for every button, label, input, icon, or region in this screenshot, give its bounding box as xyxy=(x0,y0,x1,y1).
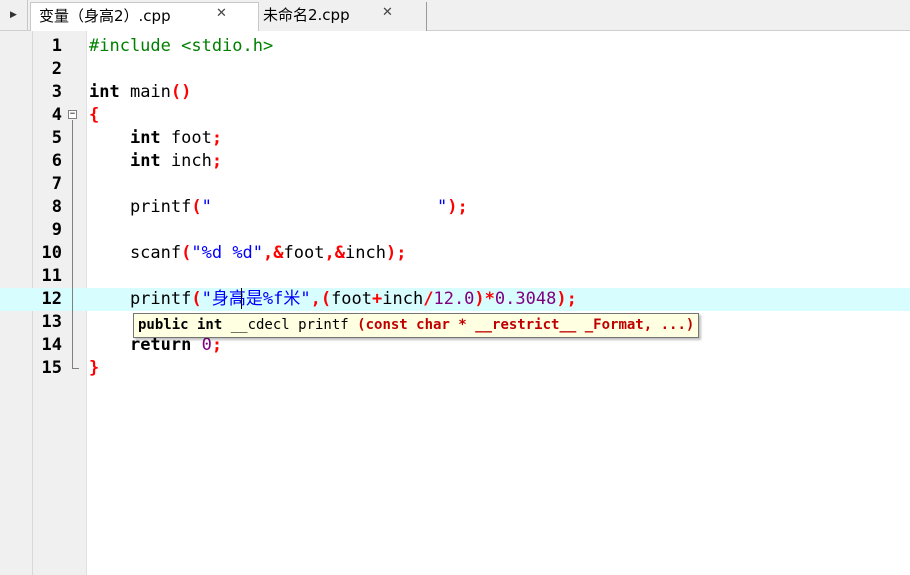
line-number: 9 xyxy=(51,220,62,240)
line-number: 13 xyxy=(41,312,62,332)
line-number: 15 xyxy=(41,358,62,378)
line-number: 8 xyxy=(51,197,62,217)
line-number: 1 xyxy=(51,36,62,56)
code-line[interactable]: 11 xyxy=(0,265,910,288)
code-line[interactable]: 9 xyxy=(0,219,910,242)
code-line[interactable]: 3 int main() xyxy=(0,81,910,104)
triangle-right-icon: ▶ xyxy=(10,10,17,20)
code-text: printf(" "); xyxy=(89,197,468,217)
line-number: 11 xyxy=(41,266,62,286)
code-text: printf("身高是%f米",(foot+inch/12.0)*0.3048)… xyxy=(89,289,577,309)
close-icon[interactable]: ✕ xyxy=(382,2,393,24)
fold-minus-icon[interactable]: − xyxy=(68,110,77,119)
fold-guide-end xyxy=(72,368,79,369)
code-line[interactable]: 7 xyxy=(0,173,910,196)
line-number: 5 xyxy=(51,128,62,148)
code-line[interactable]: 4 { xyxy=(0,104,910,127)
fold-guide-line xyxy=(72,120,73,369)
text-caret xyxy=(241,288,242,309)
code-line[interactable]: 15 } xyxy=(0,357,910,380)
code-line[interactable]: 5 int foot; xyxy=(0,127,910,150)
function-signature-tooltip: public int __cdecl printf (const char * … xyxy=(133,313,700,338)
line-number: 10 xyxy=(41,243,62,263)
code-text: { xyxy=(89,105,100,125)
tab-bar: ▶ 变量（身高2）.cpp ✕ 未命名2.cpp ✕ xyxy=(0,0,910,31)
line-number: 3 xyxy=(51,82,62,102)
line-number: 6 xyxy=(51,151,62,171)
tab-label: 变量（身高2）.cpp xyxy=(39,7,171,25)
code-line-current[interactable]: 12 printf("身高是%f米",(foot+inch/12.0)*0.30… xyxy=(0,288,910,311)
code-text: scanf("%d %d",&foot,&inch); xyxy=(89,243,407,263)
code-text: int inch; xyxy=(129,151,223,171)
line-number: 4 xyxy=(51,105,62,125)
code-text: int main() xyxy=(89,82,192,102)
code-line[interactable]: 10 scanf("%d %d",&foot,&inch); xyxy=(0,242,910,265)
code-text: } xyxy=(89,358,100,378)
code-line[interactable]: 6 int inch; xyxy=(0,150,910,173)
tab-file-1[interactable]: 变量（身高2）.cpp ✕ xyxy=(30,2,259,31)
tab-file-2[interactable]: 未命名2.cpp ✕ xyxy=(259,2,427,31)
close-icon[interactable]: ✕ xyxy=(216,3,227,25)
code-text: #include <stdio.h> xyxy=(89,36,274,56)
code-text: int foot; xyxy=(129,128,223,148)
line-number: 14 xyxy=(41,335,62,355)
tab-label: 未命名2.cpp xyxy=(263,6,350,24)
line-number: 12 xyxy=(41,289,62,309)
code-line[interactable]: 8 printf(" "); xyxy=(0,196,910,219)
tab-scroll-button[interactable]: ▶ xyxy=(0,0,28,30)
code-line[interactable]: 2 xyxy=(0,58,910,81)
line-number: 7 xyxy=(51,174,62,194)
code-line[interactable]: 1 #include <stdio.h> xyxy=(0,35,910,58)
line-number: 2 xyxy=(51,59,62,79)
